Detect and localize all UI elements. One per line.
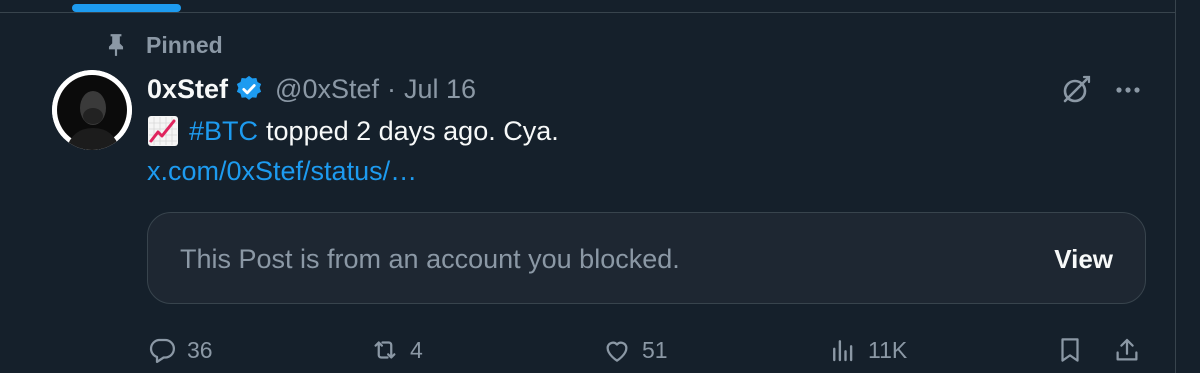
chart-increasing-emoji	[147, 115, 179, 147]
like-button[interactable]: 51	[602, 332, 668, 368]
blocked-quote-card: This Post is from an account you blocked…	[147, 212, 1146, 304]
views-icon	[828, 335, 858, 365]
pin-icon	[103, 32, 129, 58]
handle[interactable]: @0xStef	[275, 74, 379, 105]
tweet-header: 0xStef @0xStef · Jul 16	[147, 70, 476, 108]
separator-dot: ·	[387, 73, 396, 104]
tweet-frame: Pinned 0xStef @0xStef · Jul 16 #BTC topp…	[0, 0, 1200, 373]
reply-count: 36	[187, 336, 213, 363]
view-button[interactable]: View	[1054, 213, 1113, 305]
share-icon	[1112, 335, 1142, 365]
share-button[interactable]	[1112, 332, 1142, 368]
blocked-message: This Post is from an account you blocked…	[180, 243, 680, 274]
verified-badge-icon[interactable]	[234, 74, 264, 104]
repost-count: 4	[410, 336, 423, 363]
like-count: 51	[642, 336, 668, 363]
reply-button[interactable]: 36	[147, 332, 213, 368]
bookmark-icon	[1055, 335, 1085, 365]
display-name[interactable]: 0xStef	[147, 74, 228, 105]
tweet-body: topped 2 days ago. Cya.	[266, 115, 559, 146]
repost-icon	[370, 335, 400, 365]
views-count: 11K	[868, 336, 908, 363]
active-tab-indicator	[72, 4, 181, 12]
reply-icon	[147, 335, 177, 365]
pinned-label: Pinned	[146, 31, 223, 58]
post-date[interactable]: Jul 16	[404, 74, 476, 105]
timeline-border	[1175, 0, 1176, 373]
bookmark-button[interactable]	[1055, 332, 1085, 368]
heart-icon	[602, 335, 632, 365]
views-button[interactable]: 11K	[828, 332, 907, 368]
tweet-text: #BTC topped 2 days ago. Cya.	[147, 112, 559, 150]
tweet-url-link[interactable]: x.com/0xStef/status/…	[147, 152, 417, 190]
grok-icon[interactable]	[1058, 72, 1094, 108]
more-icon[interactable]	[1110, 72, 1146, 108]
top-divider	[0, 12, 1176, 13]
hashtag-link[interactable]: #BTC	[189, 116, 258, 147]
pinned-indicator: Pinned	[103, 30, 223, 60]
repost-button[interactable]: 4	[370, 332, 423, 368]
avatar[interactable]	[52, 70, 132, 150]
